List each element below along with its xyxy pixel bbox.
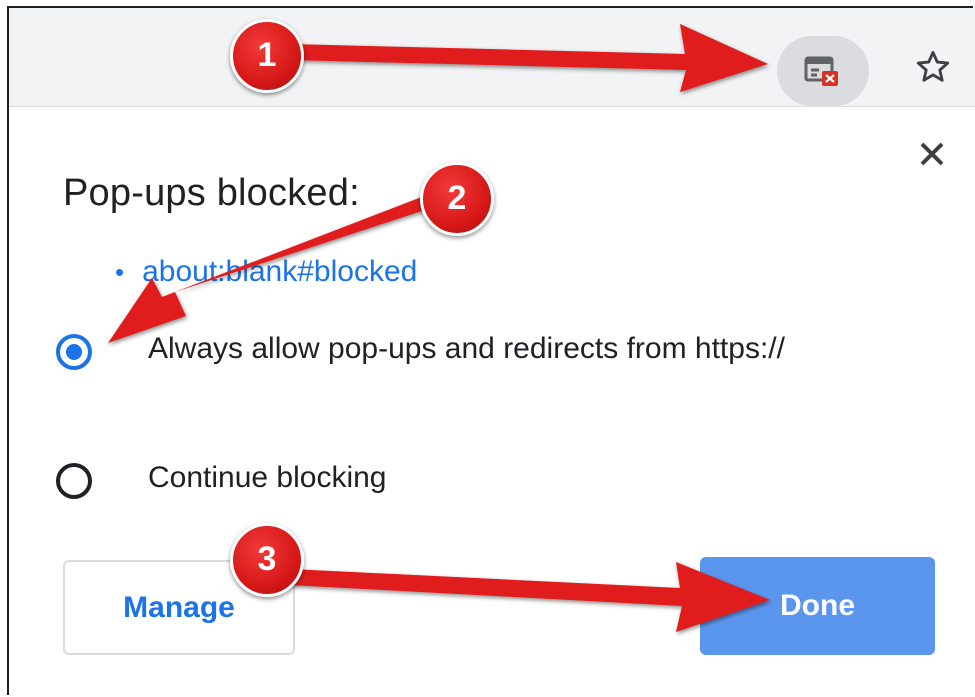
close-button[interactable] [912,134,952,174]
done-button[interactable]: Done [700,557,935,655]
annotation-badge-1: 1 [230,19,304,93]
blocked-popup-link[interactable]: about:blank#blocked [142,255,417,288]
blocked-popups-list: • about:blank#blocked [115,255,417,289]
radio-button-selected[interactable] [56,334,92,370]
popup-blocked-icon [804,56,838,86]
list-bullet: • [115,257,125,287]
annotation-badge-3: 3 [230,523,304,597]
radio-button-unselected[interactable] [56,463,92,499]
close-icon [920,142,944,166]
star-icon [916,51,950,82]
radio-always-allow-label: Always allow pop-ups and redirects from … [148,332,785,365]
bookmark-star-button[interactable] [914,48,952,91]
browser-toolbar [9,8,975,107]
popup-blocked-button[interactable] [777,36,869,106]
annotation-badge-2: 2 [420,162,494,236]
dialog-title: Pop-ups blocked: [63,172,360,214]
radio-continue-blocking-label: Continue blocking [148,461,387,494]
